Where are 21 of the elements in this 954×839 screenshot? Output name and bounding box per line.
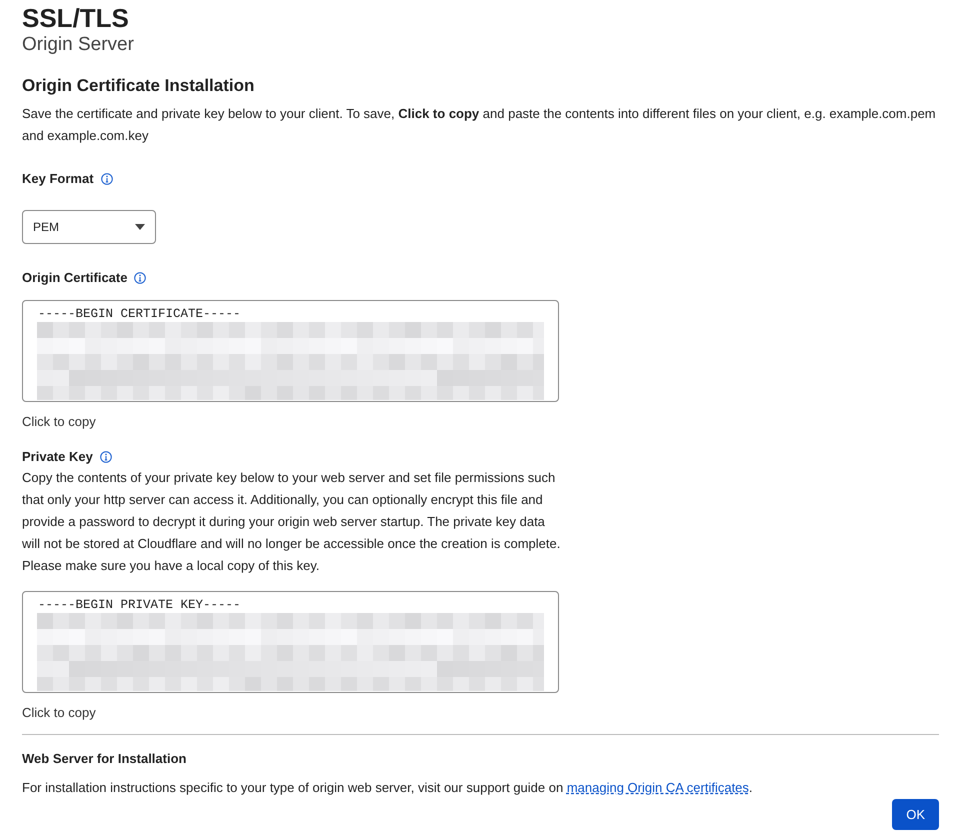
info-icon[interactable] <box>100 172 113 185</box>
section-heading: Web Server for Installation <box>22 750 188 768</box>
guide-link[interactable]: managing Origin CA certificates <box>566 780 749 795</box>
field-description: Copy the contents of your private key below to your web server and set file permissions such that only your http server can access it. Additionally, you can optionally encrypt this file and provide a password to decrypt it during your origin web server startup. The private key data will not be stored at Cloudflare and will no longer be accessible once the creation is complete. Please make sure you have a local copy of this key. <box>22 468 562 575</box>
page-title: SSL/TLS <box>22 4 130 33</box>
key-format-select[interactable]: PEM <box>22 210 156 244</box>
instructions-text: For installation instructions specific to your type of origin web server, visit our support guide on managing Origin CA certificates. <box>22 778 754 797</box>
section-heading: Origin Certificate Installation <box>22 75 256 98</box>
copy-link[interactable]: Click to copy <box>22 412 96 432</box>
info-icon[interactable] <box>100 451 112 464</box>
certificate-field[interactable]: -----BEGIN PRIVATE KEY----- <box>22 590 559 693</box>
caret-icon <box>135 224 145 230</box>
intro-text: Save the certificate and private key below to your client. To save, Click to copy and paste the contents into different files on your client, e.g. example.com.pem and example.com.key <box>22 104 937 145</box>
field-label: Origin Certificate <box>22 269 128 288</box>
field-label: Private Key <box>22 448 93 466</box>
field-label: Key Format <box>22 170 94 188</box>
page-subtitle: Origin Server <box>22 32 135 57</box>
ok-button[interactable]: OK <box>892 798 939 830</box>
copy-link[interactable]: Click to copy <box>22 702 96 722</box>
info-icon[interactable] <box>134 272 146 284</box>
certificate-field[interactable]: -----BEGIN CERTIFICATE----- <box>22 300 559 402</box>
